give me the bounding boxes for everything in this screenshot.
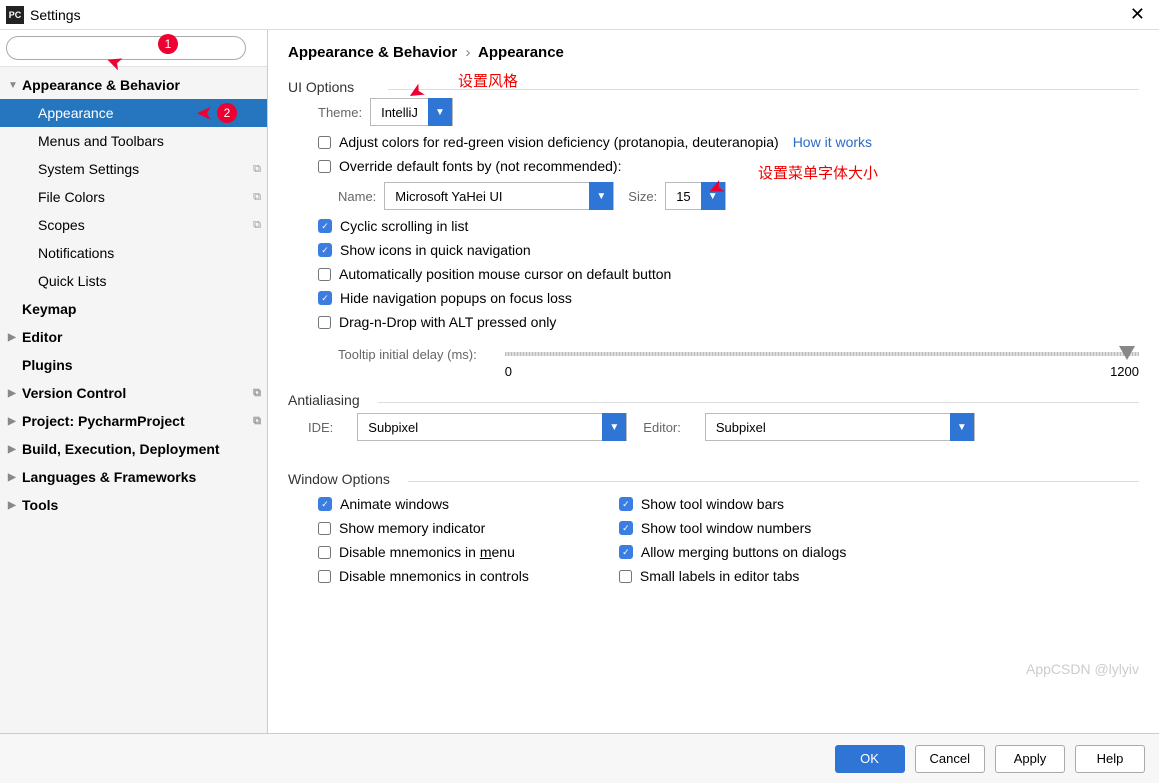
checkmark-icon: ✓ (318, 219, 332, 233)
expand-icon: ▶ (8, 472, 22, 483)
checkmark-icon: ✓ (318, 291, 332, 305)
checkmark-icon: ✓ (318, 497, 332, 511)
expand-icon: ▶ (8, 444, 22, 455)
sidebar-item-project-pycharmproject[interactable]: ▶Project: PycharmProject⧉ (0, 407, 267, 435)
annotation-badge-2: 2 (217, 103, 237, 123)
breadcrumb-parent[interactable]: Appearance & Behavior (288, 44, 457, 61)
sidebar-item-keymap[interactable]: Keymap (0, 295, 267, 323)
titlebar: PC Settings ✕ (0, 0, 1159, 30)
mnemonics-menu-checkbox[interactable]: Disable mnemonics in menu (318, 544, 529, 560)
checkmark-icon: ✓ (619, 521, 633, 535)
theme-row: Theme: IntelliJ ▼ (318, 98, 1139, 126)
cancel-button[interactable]: Cancel (915, 745, 985, 773)
checkmark-icon: ✓ (619, 497, 633, 511)
theme-label: Theme: (318, 105, 362, 120)
sidebar-item-appearance[interactable]: Appearance2➤ (0, 99, 267, 127)
copy-icon: ⧉ (253, 387, 261, 400)
copy-icon: ⧉ (253, 415, 261, 428)
hide-nav-checkbox[interactable]: ✓Hide navigation popups on focus loss (318, 290, 1139, 306)
font-size-select[interactable]: 15 ▼ (665, 182, 725, 210)
watermark: AppCSDN @lylyiv (1026, 661, 1139, 677)
font-row: Name: Microsoft YaHei UI ▼ Size: 15 ▼ (338, 182, 1139, 210)
breadcrumb: Appearance & Behavior › Appearance (288, 44, 1139, 61)
expand-icon: ▶ (8, 500, 22, 511)
window-options-title: Window Options (288, 471, 1139, 487)
slider-thumb-icon[interactable] (1119, 346, 1135, 360)
sidebar-item-editor[interactable]: ▶Editor (0, 323, 267, 351)
breadcrumb-sep: › (465, 44, 470, 61)
sidebar: 1 ➤ ▼Appearance & BehaviorAppearance2➤Me… (0, 30, 268, 733)
sidebar-item-notifications[interactable]: Notifications (0, 239, 267, 267)
antialiasing-title: Antialiasing (288, 392, 1139, 408)
sidebar-item-build-execution-deployment[interactable]: ▶Build, Execution, Deployment (0, 435, 267, 463)
chevron-down-icon: ▼ (701, 182, 725, 210)
sidebar-item-quick-lists[interactable]: Quick Lists (0, 267, 267, 295)
animate-checkbox[interactable]: ✓Animate windows (318, 496, 529, 512)
how-it-works-link[interactable]: How it works (793, 134, 872, 150)
mnemonics-ctrl-checkbox[interactable]: Disable mnemonics in controls (318, 568, 529, 584)
app-icon: PC (6, 6, 24, 24)
checkmark-icon: ✓ (619, 545, 633, 559)
checkmark-icon: ✓ (318, 243, 332, 257)
antialiasing-row: IDE: Subpixel ▼ Editor: Subpixel ▼ (308, 413, 1139, 441)
dialog-footer: OK Cancel Apply Help (0, 733, 1159, 783)
tooltip-delay-row: Tooltip initial delay (ms): 0 1200 (338, 346, 1139, 362)
expand-icon: ▶ (8, 388, 22, 399)
expand-icon: ▼ (8, 80, 22, 91)
close-icon[interactable]: ✕ (1122, 4, 1153, 25)
aa-ide-label: IDE: (308, 420, 333, 435)
copy-icon: ⧉ (253, 163, 261, 176)
font-size-label: Size: (628, 189, 657, 204)
font-name-select[interactable]: Microsoft YaHei UI ▼ (384, 182, 614, 210)
chevron-down-icon: ▼ (589, 182, 613, 210)
chevron-down-icon: ▼ (950, 413, 974, 441)
sidebar-item-languages-frameworks[interactable]: ▶Languages & Frameworks (0, 463, 267, 491)
settings-tree[interactable]: ▼Appearance & BehaviorAppearance2➤Menus … (0, 67, 267, 733)
show-icons-checkbox[interactable]: ✓Show icons in quick navigation (318, 242, 1139, 258)
ui-options-title: UI Options (288, 79, 1139, 95)
small-labels-checkbox[interactable]: Small labels in editor tabs (619, 568, 846, 584)
memory-checkbox[interactable]: Show memory indicator (318, 520, 529, 536)
help-button[interactable]: Help (1075, 745, 1145, 773)
sidebar-item-version-control[interactable]: ▶Version Control⧉ (0, 379, 267, 407)
body: 1 ➤ ▼Appearance & BehaviorAppearance2➤Me… (0, 30, 1159, 733)
content-panel: Appearance & Behavior › Appearance UI Op… (268, 30, 1159, 733)
search-input[interactable] (6, 36, 246, 60)
override-fonts-checkbox[interactable]: Override default fonts by (not recommend… (318, 158, 1139, 174)
window-title: Settings (30, 7, 81, 23)
merge-buttons-checkbox[interactable]: ✓Allow merging buttons on dialogs (619, 544, 846, 560)
expand-icon: ▶ (8, 332, 22, 343)
window-options: ✓Animate windows Show memory indicator D… (288, 488, 1139, 592)
cyclic-checkbox[interactable]: ✓Cyclic scrolling in list (318, 218, 1139, 234)
sidebar-item-scopes[interactable]: Scopes⧉ (0, 211, 267, 239)
search-wrap: 1 ➤ (0, 30, 267, 67)
theme-select[interactable]: IntelliJ ▼ (370, 98, 453, 126)
aa-ide-select[interactable]: Subpixel ▼ (357, 413, 627, 441)
expand-icon: ▶ (8, 416, 22, 427)
dragdrop-checkbox[interactable]: Drag-n-Drop with ALT pressed only (318, 314, 1139, 330)
apply-button[interactable]: Apply (995, 745, 1065, 773)
sidebar-item-system-settings[interactable]: System Settings⧉ (0, 155, 267, 183)
auto-cursor-checkbox[interactable]: Automatically position mouse cursor on d… (318, 266, 1139, 282)
breadcrumb-current: Appearance (478, 44, 564, 61)
chevron-down-icon: ▼ (428, 98, 452, 126)
sidebar-item-tools[interactable]: ▶Tools (0, 491, 267, 519)
annotation-arrow-2: ➤ (196, 101, 213, 126)
sidebar-item-plugins[interactable]: Plugins (0, 351, 267, 379)
sidebar-item-file-colors[interactable]: File Colors⧉ (0, 183, 267, 211)
copy-icon: ⧉ (253, 191, 261, 204)
sidebar-item-menus-and-toolbars[interactable]: Menus and Toolbars (0, 127, 267, 155)
font-name-label: Name: (338, 189, 376, 204)
copy-icon: ⧉ (253, 219, 261, 232)
tool-numbers-checkbox[interactable]: ✓Show tool window numbers (619, 520, 846, 536)
chevron-down-icon: ▼ (602, 413, 626, 441)
ok-button[interactable]: OK (835, 745, 905, 773)
adjust-colors-checkbox[interactable]: Adjust colors for red-green vision defic… (318, 134, 1139, 150)
aa-editor-label: Editor: (643, 420, 681, 435)
aa-editor-select[interactable]: Subpixel ▼ (705, 413, 975, 441)
tooltip-slider[interactable]: 0 1200 (505, 346, 1139, 362)
tooltip-label: Tooltip initial delay (ms): (338, 347, 477, 362)
sidebar-item-appearance-behavior[interactable]: ▼Appearance & Behavior (0, 71, 267, 99)
tool-bars-checkbox[interactable]: ✓Show tool window bars (619, 496, 846, 512)
